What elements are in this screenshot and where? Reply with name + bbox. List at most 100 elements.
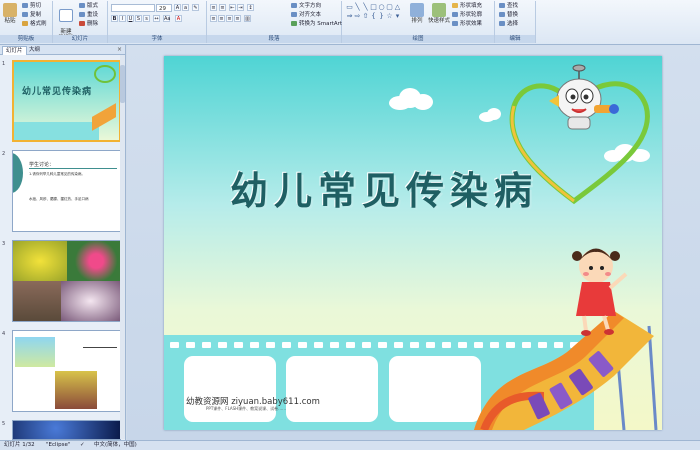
layout-button[interactable]: 版式 bbox=[79, 3, 98, 10]
find-button[interactable]: 查找 bbox=[499, 3, 518, 10]
spacing-icon[interactable]: ↔ bbox=[153, 15, 160, 22]
format-painter-button[interactable]: 格式刷 bbox=[22, 21, 47, 28]
decrease-indent-icon[interactable]: ⇤ bbox=[229, 4, 236, 11]
smartart-button[interactable]: 转换为 SmartArt bbox=[291, 21, 342, 28]
numbering-icon[interactable]: ≡ bbox=[219, 4, 226, 11]
film-hole bbox=[186, 342, 195, 348]
triangle-shape-icon[interactable]: △ bbox=[394, 4, 401, 11]
brace-shape-icon[interactable]: { bbox=[370, 13, 377, 20]
rounded-rect-shape-icon[interactable]: ▢ bbox=[386, 4, 393, 11]
group-label: 段落 bbox=[207, 35, 341, 43]
cut-button[interactable]: 剪切 bbox=[22, 3, 41, 10]
group-label: 字体 bbox=[108, 35, 206, 43]
font-color-icon[interactable]: A bbox=[175, 15, 182, 22]
italic-icon[interactable]: I bbox=[119, 15, 126, 22]
quick-styles-button[interactable]: 快速样式 bbox=[428, 3, 450, 24]
reset-button[interactable]: 重设 bbox=[79, 12, 98, 19]
delete-icon bbox=[79, 21, 85, 26]
slide-canvas[interactable]: 幼儿常见传染病 幼教资源网 ziyuan.baby611.com PPT课件、F… bbox=[164, 56, 662, 430]
select-button[interactable]: 选择 bbox=[499, 21, 518, 28]
line-shape-icon[interactable]: ╲ bbox=[362, 4, 369, 11]
align-right-icon[interactable]: ≡ bbox=[226, 15, 233, 22]
replace-icon bbox=[499, 12, 505, 17]
tab-slides[interactable]: 幻灯片 bbox=[2, 46, 27, 55]
slide-thumbnail[interactable] bbox=[12, 240, 121, 322]
strikethrough-icon[interactable]: S bbox=[135, 15, 142, 22]
clipboard-icon bbox=[3, 3, 17, 17]
film-hole bbox=[202, 342, 211, 348]
slides-group: 新建 幻灯片 版式 重设 删除 幻灯片 bbox=[53, 1, 108, 43]
bold-icon[interactable]: B bbox=[111, 15, 118, 22]
text-direction-icon bbox=[291, 3, 297, 8]
shapes-more-icon[interactable]: ▾ bbox=[394, 13, 401, 20]
delete-button[interactable]: 删除 bbox=[79, 21, 98, 28]
line-shape-icon[interactable]: ╲ bbox=[354, 4, 361, 11]
rectangle-shape-icon[interactable]: ▭ bbox=[346, 4, 353, 11]
columns-icon[interactable]: ▥ bbox=[244, 15, 251, 22]
thumbnail-swoosh bbox=[13, 153, 23, 193]
pane-scrollbar[interactable] bbox=[120, 55, 125, 439]
align-text-icon bbox=[291, 12, 297, 17]
paragraph-group: ≡ ≡ ⇤ ⇥ ↕ ≡ ≡ ≡ ≡ ▥ 文字方向 对齐文本 转换为 SmartA… bbox=[207, 1, 342, 43]
effects-icon bbox=[452, 21, 458, 26]
binoculars-icon bbox=[499, 3, 505, 8]
shape-fill-button[interactable]: 形状填充 bbox=[452, 3, 482, 10]
font-size-field[interactable]: 29 bbox=[156, 4, 172, 12]
shrink-font-icon[interactable]: a bbox=[182, 4, 189, 11]
shadow-icon[interactable]: s bbox=[143, 15, 150, 22]
replace-button[interactable]: 替换 bbox=[499, 12, 518, 19]
justify-icon[interactable]: ≡ bbox=[234, 15, 241, 22]
slide-thumbnail[interactable]: 幼儿常见传染病 bbox=[12, 60, 121, 142]
scissors-icon bbox=[22, 3, 28, 8]
increase-indent-icon[interactable]: ⇥ bbox=[237, 4, 244, 11]
pane-tabs: 幻灯片 大纲 × bbox=[0, 45, 125, 55]
watermark-subtext: PPT课件、FLASH课件、教案说课、试卷…… bbox=[206, 406, 287, 411]
thumbnail-slide-art bbox=[92, 103, 116, 131]
thumbnail-title: 幼儿常见传染病 bbox=[22, 87, 93, 97]
shape-effects-button[interactable]: 形状效果 bbox=[452, 21, 482, 28]
square-shape-icon[interactable]: □ bbox=[370, 4, 377, 11]
ribbon: 粘贴 剪切 复制 格式刷 剪贴板 新建 幻灯片 版式 重设 删除 幻灯片 29 … bbox=[0, 0, 700, 45]
text-direction-button[interactable]: 文字方向 bbox=[291, 3, 321, 10]
slide-thumbnail[interactable] bbox=[12, 330, 121, 412]
slide-title[interactable]: 幼儿常见传染病 bbox=[214, 160, 554, 215]
arrow-shape-icon[interactable]: ⇧ bbox=[362, 13, 369, 20]
layout-icon bbox=[79, 3, 85, 8]
grow-font-icon[interactable]: A bbox=[174, 4, 181, 11]
align-left-icon[interactable]: ≡ bbox=[210, 15, 217, 22]
close-icon[interactable]: × bbox=[117, 46, 122, 53]
slide-edit-area: 幼儿常见传染病 幼教资源网 ziyuan.baby611.com PPT课件、F… bbox=[127, 45, 700, 440]
oval-shape-icon[interactable]: ○ bbox=[378, 4, 385, 11]
group-label: 幻灯片 bbox=[53, 35, 107, 43]
change-case-icon[interactable]: Aa bbox=[163, 15, 170, 22]
scroll-thumb[interactable] bbox=[120, 65, 125, 103]
copy-button[interactable]: 复制 bbox=[22, 12, 41, 19]
star-shape-icon[interactable]: ☆ bbox=[386, 13, 393, 20]
photo-yellow-flowers bbox=[13, 241, 67, 281]
smartart-icon bbox=[291, 21, 297, 26]
film-hole bbox=[330, 342, 339, 348]
drawing-group: ▭ ╲ ╲ □ ○ ▢ △ ⇒ ⇨ ⇧ { } ☆ ▾ 排列 快速样式 形状填充… bbox=[342, 1, 495, 43]
paste-button[interactable]: 粘贴 bbox=[2, 3, 18, 24]
slide-thumbnail[interactable]: 学生讨论： 1.请你列举几种儿童常见的传染病。 水痘、风疹、腮腺、猩红热、手足口… bbox=[12, 150, 121, 232]
arrow-shape-icon[interactable]: ⇒ bbox=[346, 13, 353, 20]
film-hole bbox=[170, 342, 179, 348]
arrange-button[interactable]: 排列 bbox=[408, 3, 426, 24]
slide-thumbnail[interactable] bbox=[12, 420, 121, 440]
align-text-button[interactable]: 对齐文本 bbox=[291, 12, 321, 19]
bullets-icon[interactable]: ≡ bbox=[210, 4, 217, 11]
clear-format-icon[interactable]: ✎ bbox=[192, 4, 199, 11]
arrow-shape-icon[interactable]: ⇨ bbox=[354, 13, 361, 20]
underline-icon[interactable]: U bbox=[127, 15, 134, 22]
shape-outline-button[interactable]: 形状轮廓 bbox=[452, 12, 482, 19]
brace-shape-icon[interactable]: } bbox=[378, 13, 385, 20]
group-label: 绘图 bbox=[342, 35, 494, 43]
align-center-icon[interactable]: ≡ bbox=[218, 15, 225, 22]
film-hole bbox=[314, 342, 323, 348]
line-spacing-icon[interactable]: ↕ bbox=[247, 4, 254, 11]
fill-bucket-icon bbox=[452, 3, 458, 8]
tab-outline[interactable]: 大纲 bbox=[26, 46, 43, 54]
reset-icon bbox=[79, 12, 85, 17]
copy-icon bbox=[22, 12, 28, 17]
font-name-field[interactable] bbox=[111, 4, 155, 12]
